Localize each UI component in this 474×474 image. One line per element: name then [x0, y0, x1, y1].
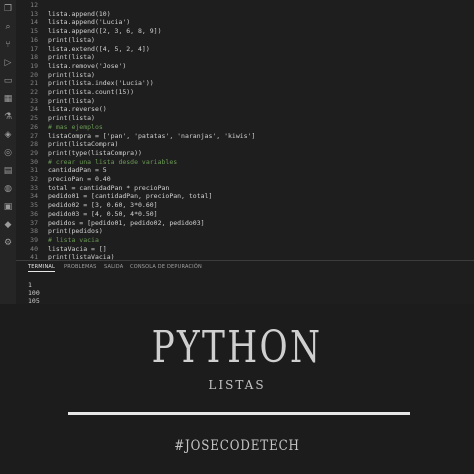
- code-line[interactable]: print(lista.index('Lucia')): [48, 79, 154, 88]
- code-line[interactable]: print(lista): [48, 36, 95, 45]
- code-line[interactable]: listaCompra = ['pan', 'patatas', 'naranj…: [48, 132, 255, 141]
- code-line[interactable]: lista.append([2, 3, 6, 8, 9]): [48, 27, 162, 36]
- line-number: 30: [30, 157, 38, 166]
- tab-terminal[interactable]: TERMINAL: [28, 264, 56, 272]
- tab-problems[interactable]: PROBLEMAS: [64, 264, 97, 270]
- code-line[interactable]: print(listaCompra): [48, 140, 118, 149]
- code-line[interactable]: pedido02 = [3, 0.60, 3*0.60]: [48, 201, 158, 210]
- overlay-subtitle: LISTAS: [208, 378, 266, 392]
- code-line[interactable]: lista.append('Lucia'): [48, 18, 130, 27]
- line-number: 35: [30, 201, 38, 210]
- code-line[interactable]: lista.extend([4, 5, 2, 4]): [48, 45, 150, 54]
- code-line[interactable]: print(lista): [48, 97, 95, 106]
- code-line[interactable]: print(lista): [48, 114, 95, 123]
- testing-icon[interactable]: ⚗: [3, 112, 13, 122]
- code-line[interactable]: cantidadPan = 5: [48, 166, 107, 175]
- docker-icon[interactable]: ◎: [3, 148, 13, 158]
- line-number: 29: [30, 148, 38, 157]
- code-line[interactable]: total = cantidadPan * precioPan: [48, 184, 169, 193]
- folder-icon[interactable]: ▤: [3, 166, 13, 176]
- code-line[interactable]: print(lista): [48, 71, 95, 80]
- code-comment-line[interactable]: # crear una lista desde variables: [48, 158, 177, 167]
- code-line[interactable]: print(lista): [48, 53, 95, 62]
- extensions-icon[interactable]: ▦: [3, 94, 13, 104]
- code-editor: ❐ ⌕ ⑂ ▷ ▭ ▦ ⚗ ◈ ◎ ▤ ◍ ▣ ◆ ⚙ 12 13 14 15 16 17 18 19 20 21 22 23 2…: [0, 0, 474, 304]
- line-number: 14: [30, 18, 38, 27]
- code-line[interactable]: print(type(listaCompra)): [48, 149, 142, 158]
- code-line[interactable]: listaVacia = []: [48, 245, 107, 254]
- line-number: 26: [30, 122, 38, 131]
- line-number: 23: [30, 96, 38, 105]
- line-number: 18: [30, 53, 38, 62]
- overlay-title: PYTHON: [151, 322, 323, 373]
- line-number: 37: [30, 218, 38, 227]
- line-number: 38: [30, 227, 38, 236]
- activity-bar: ❐ ⌕ ⑂ ▷ ▭ ▦ ⚗ ◈ ◎ ▤ ◍ ▣ ◆ ⚙: [0, 0, 16, 304]
- search-icon[interactable]: ⌕: [3, 22, 13, 32]
- terminal-output-line: 100: [28, 289, 40, 297]
- code-line[interactable]: pedido01 = [cantidadPan, precioPan, tota…: [48, 192, 212, 201]
- line-number: 31: [30, 166, 38, 175]
- terminal-output-line: 105: [28, 297, 40, 304]
- line-number: 20: [30, 70, 38, 79]
- line-number: 16: [30, 35, 38, 44]
- code-line[interactable]: pedidos = [pedido01, pedido02, pedido03]: [48, 219, 205, 228]
- line-number: 22: [30, 88, 38, 96]
- line-number: 39: [30, 235, 38, 244]
- line-number: 19: [30, 61, 38, 70]
- git-icon[interactable]: ◈: [3, 130, 13, 140]
- remote-icon[interactable]: ▭: [3, 76, 13, 86]
- code-line[interactable]: lista.remove('Jose'): [48, 62, 126, 71]
- code-comment-line[interactable]: # lista vacia: [48, 236, 99, 245]
- terminal-output-line: 1: [28, 281, 32, 289]
- bottom-panel: TERMINAL PROBLEMAS SALIDA CONSOLA DE DEP…: [16, 260, 474, 304]
- line-number: 36: [30, 209, 38, 218]
- line-number: 33: [30, 183, 38, 192]
- line-number: 25: [30, 114, 38, 123]
- settings-icon[interactable]: ⚙: [3, 238, 13, 248]
- code-line[interactable]: lista.append(10): [48, 10, 111, 19]
- line-number: 32: [30, 175, 38, 183]
- line-number: 21: [30, 79, 38, 88]
- line-number: 34: [30, 192, 38, 201]
- code-line[interactable]: print(lista.count(15)): [48, 88, 134, 97]
- line-number: 40: [30, 244, 38, 253]
- database-icon[interactable]: ◍: [3, 184, 13, 194]
- line-number: 28: [30, 140, 38, 149]
- code-area[interactable]: lista.append(10) lista.append('Lucia') lis…: [48, 0, 468, 262]
- run-debug-icon[interactable]: ▷: [3, 58, 13, 68]
- line-number: 17: [30, 44, 38, 53]
- tab-output[interactable]: SALIDA: [104, 264, 123, 270]
- code-line[interactable]: lista.reverse(): [48, 105, 107, 114]
- overlay-hashtag: #JOSECODETECH: [174, 438, 300, 454]
- line-number: 15: [30, 27, 38, 36]
- line-number: 13: [30, 9, 38, 18]
- code-line[interactable]: precioPan = 0.40: [48, 175, 111, 184]
- line-number: 27: [30, 131, 38, 140]
- line-number: 24: [30, 105, 38, 114]
- tab-debug-console[interactable]: CONSOLA DE DEPURACIÓN: [130, 264, 202, 270]
- terminal-icon[interactable]: ▣: [3, 202, 13, 212]
- code-line[interactable]: pedido03 = [4, 0.50, 4*0.50]: [48, 210, 158, 219]
- source-control-icon[interactable]: ⑂: [3, 40, 13, 50]
- code-comment-line[interactable]: # mas ejemplos: [48, 123, 103, 132]
- divider-line: [68, 412, 410, 415]
- python-icon[interactable]: ◆: [3, 220, 13, 230]
- line-number-gutter: 12 13 14 15 16 17 18 19 20 21 22 23 24 25 26 27 28 29 30 31…: [16, 0, 40, 262]
- line-number: 12: [30, 1, 38, 9]
- files-icon[interactable]: ❐: [3, 4, 13, 14]
- code-line[interactable]: print(pedidos): [48, 227, 103, 236]
